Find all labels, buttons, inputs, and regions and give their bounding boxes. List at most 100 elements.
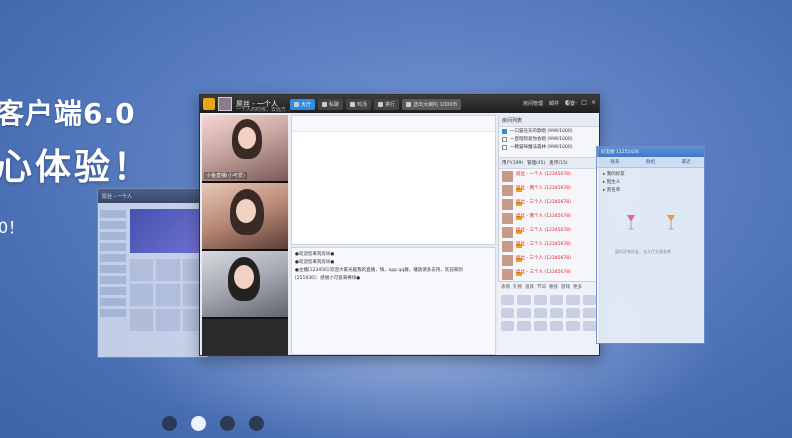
emoji-item[interactable] bbox=[566, 321, 580, 331]
emoji-tab[interactable]: 更多 bbox=[573, 284, 582, 290]
emoji-tab[interactable]: 节日 bbox=[537, 284, 546, 290]
user-name: 屌丝 - 两个人 (12345678) bbox=[516, 214, 571, 219]
banner-headline: 客户端6.0 bbox=[0, 97, 136, 130]
emoji-tab[interactable]: 奢侈 bbox=[549, 284, 558, 290]
list-item[interactable]: 屌丝 - 两个人 (12345678) bbox=[499, 183, 599, 206]
user-name: 屌丝 - 三个人 (12345678) bbox=[516, 242, 571, 247]
minimize-icon[interactable]: – bbox=[574, 99, 577, 106]
list-item[interactable]: 屌丝 - 三个人 (12345678) bbox=[499, 225, 599, 248]
list-item[interactable]: 屌丝 - 一个人 (12345678) bbox=[499, 169, 599, 192]
avatar bbox=[502, 199, 513, 210]
emoji-tab[interactable]: 游戏 bbox=[561, 284, 570, 290]
emoji-item[interactable] bbox=[566, 308, 580, 318]
list-item[interactable]: 屌丝 - 三个人 (12345678) bbox=[499, 239, 599, 262]
tab-recent[interactable]: 最近 bbox=[682, 159, 691, 165]
emoji-tab[interactable]: 礼物 bbox=[513, 284, 522, 290]
sidebar bbox=[100, 207, 126, 320]
tab-gift[interactable]: 送出大喇叭 1000币 bbox=[402, 99, 462, 110]
tab-contacts[interactable]: 联系 bbox=[610, 159, 619, 165]
song-item[interactable]: 一颗猫咪魔法森林 (999/1000) bbox=[499, 143, 599, 151]
chat-toolbar bbox=[292, 116, 495, 132]
home-icon bbox=[294, 102, 299, 107]
video-feed-3[interactable] bbox=[202, 251, 288, 317]
cup-icon bbox=[350, 102, 356, 107]
user-name: 屌丝 - 三个人 (12345678) bbox=[516, 270, 571, 275]
emoji-item[interactable] bbox=[549, 295, 564, 305]
tab-users[interactable]: 用户(199) bbox=[502, 160, 523, 166]
tab-admins[interactable]: 管理(45) bbox=[527, 160, 545, 166]
list-item[interactable]: 屌丝 - 三个人 (12345678) bbox=[499, 267, 599, 290]
emoji-item[interactable] bbox=[582, 295, 596, 305]
maximize-icon[interactable]: □ bbox=[581, 99, 587, 106]
group-item[interactable]: ▸ 黑名单 bbox=[603, 187, 698, 195]
video-feed-4[interactable] bbox=[202, 319, 288, 355]
avatar bbox=[502, 255, 513, 266]
tab-groups[interactable]: 群组 bbox=[646, 159, 655, 165]
promo-banner: 客户端6.0 心体验！ 0！ 屌丝 - 一个人 屌丝 - 一个人 一个人的时候，… bbox=[0, 0, 792, 438]
tab-label: 大厅 bbox=[301, 102, 312, 108]
tab-label: 私聊 bbox=[329, 102, 340, 108]
emoji-item[interactable] bbox=[549, 321, 564, 331]
chat-line: ●欢迎您来到房间● bbox=[295, 260, 335, 265]
mail-link[interactable]: 邮件 bbox=[549, 100, 559, 107]
skin-icon[interactable]: ◐ bbox=[565, 99, 570, 106]
tab-soup[interactable]: 鸡汤 bbox=[346, 99, 372, 110]
emoji-tab[interactable]: 道具 bbox=[525, 284, 534, 290]
cocktail-icon bbox=[627, 215, 635, 230]
titlebar: 屌丝 - 一个人 bbox=[98, 189, 208, 203]
checkbox[interactable] bbox=[502, 128, 507, 134]
preview-window-right: 好友圈 11255434 联系 群组 最近 ▸ 我的好友 ▸ 陌生人 ▸ 黑名单… bbox=[596, 146, 705, 344]
avatar bbox=[502, 213, 513, 224]
emoji-item[interactable] bbox=[533, 308, 547, 318]
video-caption: 小鱼直播(小可爱) bbox=[204, 172, 247, 179]
song-item[interactable]: 一直暗暗爱你会唱 (999/1000) bbox=[499, 135, 599, 143]
checkbox[interactable] bbox=[502, 136, 507, 142]
emoji-item[interactable] bbox=[517, 295, 531, 305]
checkbox[interactable] bbox=[502, 144, 507, 150]
emoji-item[interactable] bbox=[582, 321, 596, 331]
emoji-item[interactable] bbox=[566, 295, 580, 305]
list-item[interactable]: 屌丝 - 三个人 (12345678) bbox=[499, 197, 599, 220]
emoji-panel: 表情 礼物 道具 节日 奢侈 游戏 更多 bbox=[498, 281, 599, 355]
emoji-item[interactable] bbox=[501, 308, 515, 318]
emoji-item[interactable] bbox=[501, 321, 515, 331]
avatar bbox=[502, 269, 513, 280]
tab-label: 鸡汤 bbox=[357, 102, 368, 108]
close-icon[interactable]: × bbox=[591, 99, 596, 106]
avatar bbox=[502, 227, 513, 238]
emoji-item[interactable] bbox=[582, 308, 596, 318]
tab-private[interactable]: 私聊 bbox=[318, 99, 344, 110]
chat-line: [251936]：感谢小可爱来捧场● bbox=[295, 276, 361, 281]
tab-queue[interactable]: 麦序(15) bbox=[549, 160, 567, 166]
emoji-tabs: 表情 礼物 道具 节日 奢侈 游戏 更多 bbox=[498, 282, 599, 292]
carousel-dot-1[interactable] bbox=[162, 416, 177, 431]
user-name: 屌丝 - 一个人 (12345678) bbox=[516, 172, 571, 177]
song-item[interactable]: 一口猫任东的歌唱 (999/1000) bbox=[499, 127, 599, 135]
emoji-item[interactable] bbox=[517, 321, 531, 331]
video-feed-1[interactable]: 小鱼直播(小可爱) bbox=[202, 115, 288, 181]
group-item[interactable]: ▸ 我的好友 bbox=[603, 171, 698, 179]
list-item[interactable]: 屌丝 - 两个人 (12345678) bbox=[499, 211, 599, 234]
video-feed-2[interactable] bbox=[202, 183, 288, 249]
tab-rank[interactable]: 排行 bbox=[374, 99, 400, 110]
preview-window-main: 屌丝 - 一个人 一个人的时候，去远方... 大厅 私聊 鸡汤 排行 送出大喇叭… bbox=[199, 94, 600, 356]
emoji-item[interactable] bbox=[533, 321, 547, 331]
banner-tagline: 0！ bbox=[0, 218, 25, 237]
friend-tabs: 联系 群组 最近 bbox=[597, 157, 704, 168]
emoji-item[interactable] bbox=[549, 308, 564, 318]
song-label: 一口猫任东的歌唱 (999/1000) bbox=[510, 129, 573, 134]
emoji-item[interactable] bbox=[501, 295, 515, 305]
carousel-dot-4[interactable] bbox=[249, 416, 264, 431]
group-item[interactable]: ▸ 陌生人 bbox=[603, 179, 698, 187]
list-item[interactable]: 屌丝 - 三个人 (12345678) bbox=[499, 253, 599, 276]
tab-hall[interactable]: 大厅 bbox=[290, 99, 316, 110]
carousel-dots bbox=[162, 416, 264, 431]
emoji-item[interactable] bbox=[517, 308, 531, 318]
emoji-item[interactable] bbox=[533, 295, 547, 305]
room-manage-link[interactable]: 房间管理 bbox=[523, 100, 543, 107]
avatar bbox=[502, 171, 513, 182]
carousel-dot-2[interactable] bbox=[191, 416, 206, 431]
emoji-tab[interactable]: 表情 bbox=[501, 284, 510, 290]
friend-groups: ▸ 我的好友 ▸ 陌生人 ▸ 黑名单 bbox=[597, 168, 704, 198]
carousel-dot-3[interactable] bbox=[220, 416, 235, 431]
